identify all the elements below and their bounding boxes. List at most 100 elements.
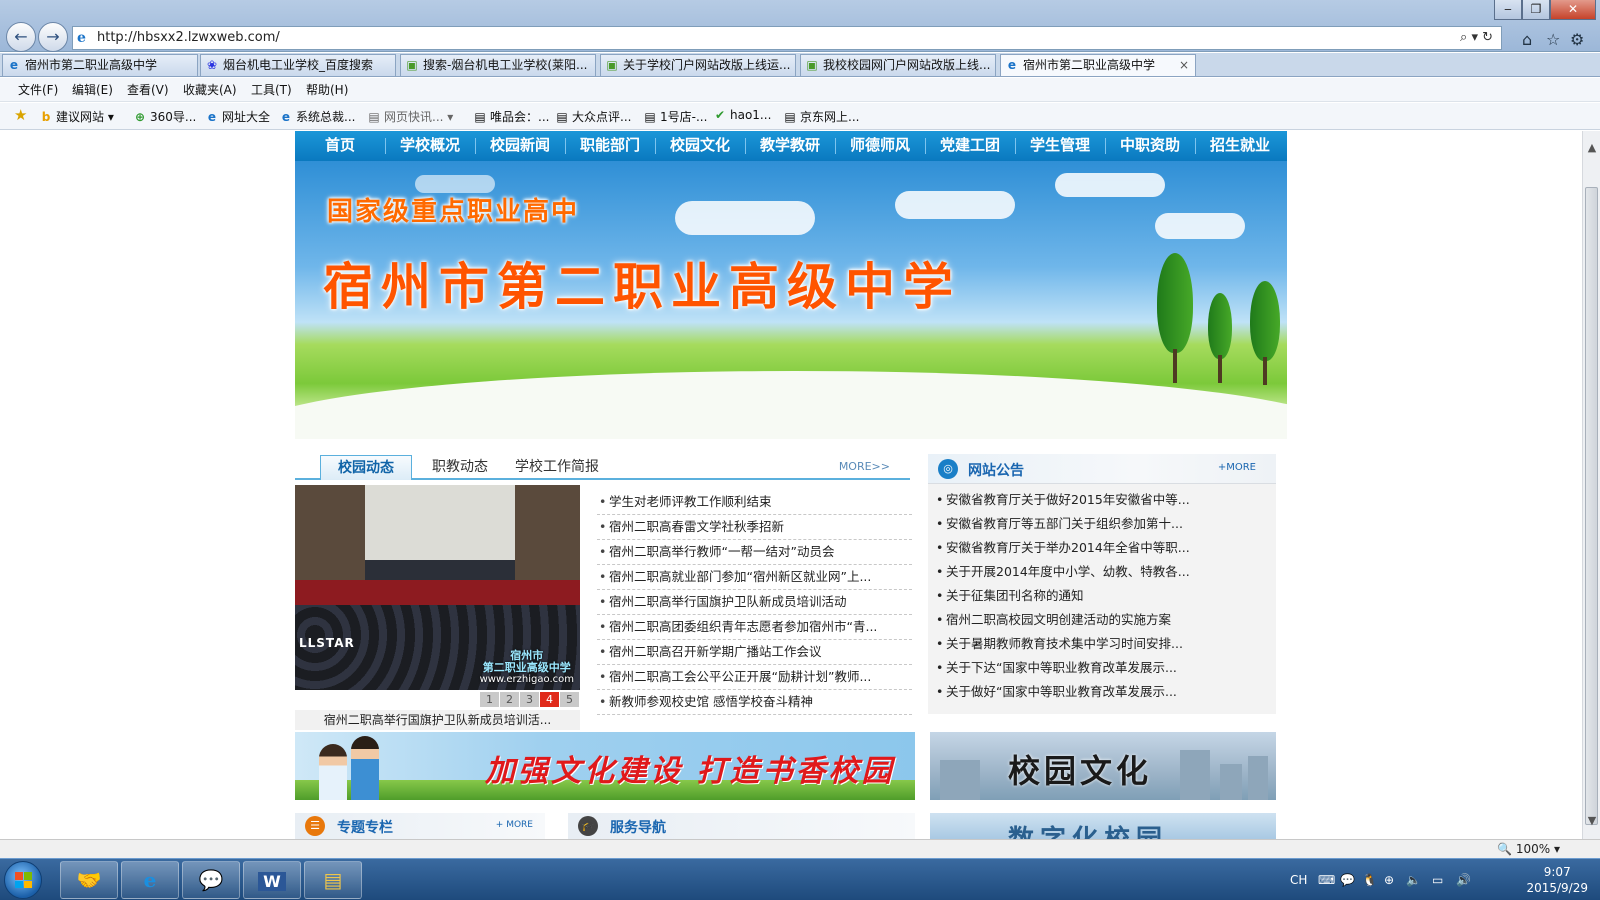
- photo-caption[interactable]: 宿州二职高举行国旗护卫队新成员培训活...: [295, 710, 580, 730]
- 360-tray-icon[interactable]: ⊕: [1384, 873, 1394, 887]
- nav-home[interactable]: 首页: [295, 131, 385, 161]
- minimize-button[interactable]: ‒: [1494, 0, 1522, 20]
- taskbar-app-wechat[interactable]: 💬: [182, 861, 240, 899]
- pager-5[interactable]: 5: [560, 692, 579, 707]
- network-icon[interactable]: ▭: [1432, 873, 1443, 887]
- menu-favorites[interactable]: 收藏夹(A): [183, 81, 237, 98]
- back-button[interactable]: ←: [6, 22, 36, 52]
- notice-item[interactable]: 安徽省教育厅等五部门关于组织参加第十...: [936, 512, 1271, 536]
- notice-more-link[interactable]: +MORE: [1218, 462, 1256, 473]
- menu-file[interactable]: 文件(F): [18, 81, 58, 98]
- nav-enrollment[interactable]: 招生就业: [1195, 131, 1285, 161]
- pager-1[interactable]: 1: [480, 692, 499, 707]
- news-item[interactable]: 宿州二职高工会公平公正开展“励耕计划”教师...: [597, 665, 912, 690]
- news-item[interactable]: 新教师参观校史馆 感悟学校奋斗精神: [597, 690, 912, 715]
- scroll-thumb[interactable]: [1585, 187, 1598, 825]
- fav-item[interactable]: ✔ hao1...: [712, 108, 771, 122]
- fav-item[interactable]: ⊕ 360导...: [132, 108, 196, 125]
- address-bar[interactable]: e http://hbsxx2.lzwxweb.com/ ⌕ ▾ ↻: [72, 26, 1502, 50]
- clock[interactable]: 9:07 2015/9/29: [1526, 864, 1588, 896]
- culture-banner[interactable]: 校园文化: [930, 732, 1276, 800]
- zoom-level[interactable]: 🔍 100% ▾: [1497, 842, 1560, 856]
- news-item[interactable]: 宿州二职高举行国旗护卫队新成员培训活动: [597, 590, 912, 615]
- hao-icon: ✔: [714, 108, 726, 122]
- notice-item[interactable]: 关于做好“国家中等职业教育改革发展示...: [936, 680, 1271, 704]
- news-item[interactable]: 宿州二职高就业部门参加“宿州新区就业网”上...: [597, 565, 912, 590]
- menu-help[interactable]: 帮助(H): [306, 81, 348, 98]
- scroll-up-icon[interactable]: ▲: [1583, 139, 1600, 157]
- start-button[interactable]: [4, 861, 42, 899]
- nav-campus-news[interactable]: 校园新闻: [475, 131, 565, 161]
- pager-2[interactable]: 2: [500, 692, 519, 707]
- news-item[interactable]: 宿州二职高团委组织青年志愿者参加宿州市“青...: [597, 615, 912, 640]
- fav-item[interactable]: ▤ 大众点评...: [554, 108, 631, 125]
- nav-student-management[interactable]: 学生管理: [1015, 131, 1105, 161]
- notice-item[interactable]: 宿州二职高校园文明创建活动的实施方案: [936, 608, 1271, 632]
- menu-view[interactable]: 查看(V): [127, 81, 169, 98]
- nav-teaching-research[interactable]: 教学教研: [745, 131, 835, 161]
- notice-item[interactable]: 关于征集团刊名称的通知: [936, 584, 1271, 608]
- nav-departments[interactable]: 职能部门: [565, 131, 655, 161]
- taskbar-app-handshake[interactable]: 🤝: [60, 861, 118, 899]
- home-icon[interactable]: ⌂: [1522, 30, 1532, 49]
- notice-item[interactable]: 安徽省教育厅关于举办2014年全省中等职...: [936, 536, 1271, 560]
- news-item[interactable]: 宿州二职高召开新学期广播站工作会议: [597, 640, 912, 665]
- page-scrollbar[interactable]: ▲ ▼: [1582, 131, 1600, 839]
- notice-item[interactable]: 关于开展2014年度中小学、幼教、特教各...: [936, 560, 1271, 584]
- notice-item[interactable]: 关于暑期教师教育技术集中学习时间安排...: [936, 632, 1271, 656]
- tab-5[interactable]: ▣ 我校校园网门户网站改版上线...: [800, 54, 996, 76]
- notice-item[interactable]: 安徽省教育厅关于做好2015年安徽省中等...: [936, 488, 1271, 512]
- pager-4-active[interactable]: 4: [540, 692, 559, 707]
- news-item[interactable]: 宿州二职高春雷文学社秋季招新: [597, 515, 912, 540]
- input-language[interactable]: CH: [1290, 873, 1307, 887]
- maximize-button[interactable]: ❐: [1522, 0, 1550, 20]
- news-slideshow-photo[interactable]: LLSTAR 宿州市 第二职业高级中学 www.erzhigao.com: [295, 485, 580, 690]
- close-tab-icon[interactable]: ×: [1179, 55, 1189, 76]
- tab-2[interactable]: ❀ 烟台机电工业学校_百度搜索: [200, 54, 396, 76]
- news-item[interactable]: 宿州二职高举行教师“一帮一结对”动员会: [597, 540, 912, 565]
- tab-campus-news[interactable]: 校园动态: [320, 455, 412, 480]
- digital-campus-banner[interactable]: 数字化校园: [930, 813, 1276, 839]
- tab-3[interactable]: ▣ 搜索-烟台机电工业学校(莱阳...: [400, 54, 596, 76]
- menu-edit[interactable]: 编辑(E): [72, 81, 113, 98]
- taskbar-app-ie[interactable]: e: [121, 861, 179, 899]
- favorites-star-icon[interactable]: ☆: [1546, 30, 1560, 49]
- tab-1[interactable]: e 宿州市第二职业高级中学: [2, 54, 198, 76]
- close-window-button[interactable]: ✕: [1550, 0, 1596, 20]
- tab-6-active[interactable]: e 宿州市第二职业高级中学 ×: [1000, 54, 1196, 76]
- nav-teacher-ethics[interactable]: 师德师风: [835, 131, 925, 161]
- favorites-star-icon[interactable]: ★: [14, 106, 27, 124]
- qq-icon[interactable]: 🐧: [1362, 873, 1377, 887]
- fav-item[interactable]: ▤ 网页快讯... ▾: [366, 108, 453, 125]
- fav-item[interactable]: ▤ 唯品会：...: [472, 108, 549, 125]
- taskbar-app-explorer[interactable]: ▤: [304, 861, 362, 899]
- notice-item[interactable]: 关于下达“国家中等职业教育改革发展示...: [936, 656, 1271, 680]
- pager-3[interactable]: 3: [520, 692, 539, 707]
- volume-icon[interactable]: 🔊: [1456, 873, 1471, 887]
- nav-campus-culture[interactable]: 校园文化: [655, 131, 745, 161]
- gear-icon[interactable]: ⚙: [1570, 30, 1584, 49]
- promo-banner[interactable]: 加强文化建设 打造书香校园: [295, 732, 915, 800]
- tab-work-briefs[interactable]: 学校工作简报: [515, 455, 599, 480]
- speaker-icon[interactable]: 🔈: [1406, 873, 1421, 887]
- wechat-tray-icon[interactable]: 💬: [1340, 873, 1355, 887]
- fav-item[interactable]: e 系统总裁...: [278, 108, 356, 125]
- fav-item[interactable]: b 建议网站 ▾: [38, 108, 114, 125]
- nav-financial-aid[interactable]: 中职资助: [1105, 131, 1195, 161]
- fav-item[interactable]: ▤ 京东网上...: [782, 108, 859, 125]
- special-more-link[interactable]: + MORE: [496, 820, 533, 830]
- menu-tools[interactable]: 工具(T): [251, 81, 292, 98]
- address-tools[interactable]: ⌕ ▾ ↻: [1460, 27, 1493, 49]
- fav-item[interactable]: e 网址大全: [204, 108, 270, 125]
- fav-item[interactable]: ▤ 1号店-...: [642, 108, 707, 125]
- taskbar-app-word[interactable]: W: [243, 861, 301, 899]
- tab-vocational-news[interactable]: 职教动态: [432, 455, 488, 480]
- keyboard-icon[interactable]: ⌨: [1318, 873, 1335, 887]
- nav-party-league[interactable]: 党建工团: [925, 131, 1015, 161]
- nav-school-overview[interactable]: 学校概况: [385, 131, 475, 161]
- tab-4[interactable]: ▣ 关于学校门户网站改版上线运...: [600, 54, 796, 76]
- forward-button[interactable]: →: [38, 22, 68, 52]
- news-more-link[interactable]: MORE>>: [839, 460, 890, 473]
- news-item[interactable]: 学生对老师评教工作顺利结束: [597, 490, 912, 515]
- scroll-down-icon[interactable]: ▼: [1583, 812, 1600, 830]
